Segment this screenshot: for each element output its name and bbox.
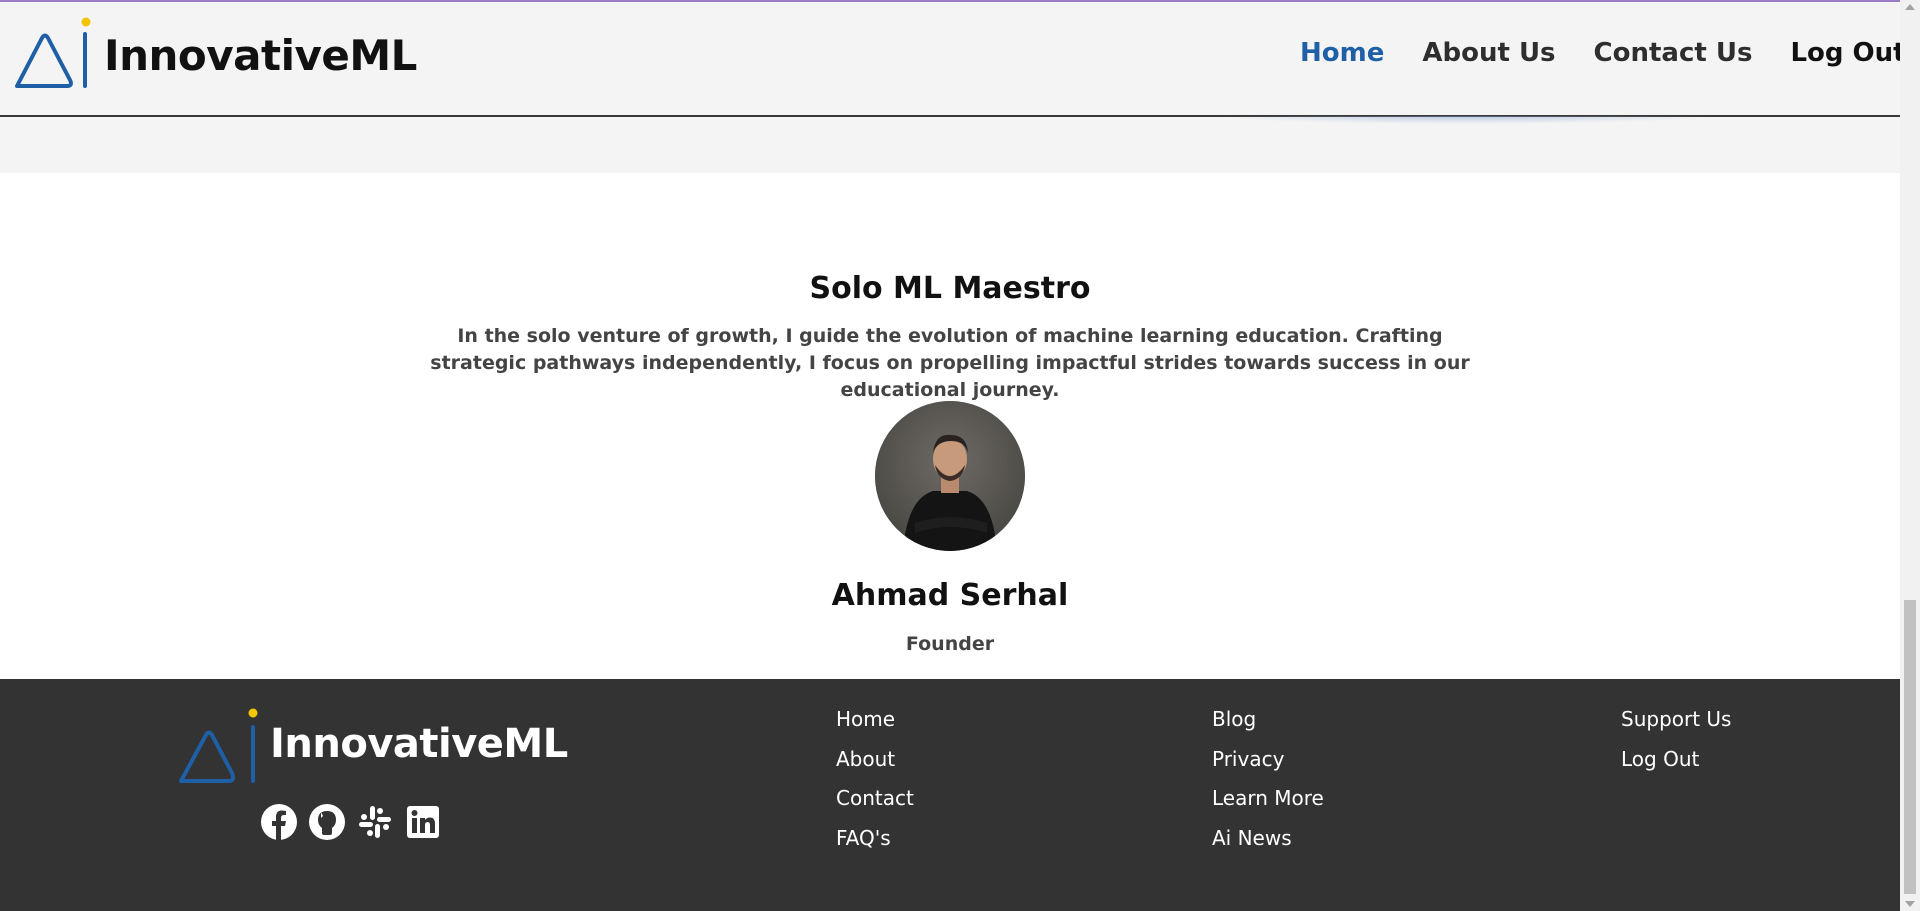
footer-column-3: Support Us Log Out xyxy=(1621,707,1731,786)
footer-link-about[interactable]: About xyxy=(836,747,914,787)
slack-icon[interactable] xyxy=(356,803,394,841)
footer-link-blog[interactable]: Blog xyxy=(1212,707,1324,747)
footer-link-contact[interactable]: Contact xyxy=(836,786,914,826)
facebook-icon[interactable] xyxy=(260,803,298,841)
section-description: In the solo venture of growth, I guide t… xyxy=(430,325,1470,401)
github-icon[interactable] xyxy=(308,803,346,841)
nav-contact-us[interactable]: Contact Us xyxy=(1594,38,1753,68)
scroll-up-arrow-icon[interactable] xyxy=(1905,4,1915,10)
footer-column-2: Blog Privacy Learn More Ai News xyxy=(1212,707,1324,865)
footer-link-home[interactable]: Home xyxy=(836,707,914,747)
ai-logo-icon xyxy=(179,708,258,783)
brand[interactable]: InnovativeML xyxy=(12,16,417,94)
member-name: Ahmad Serhal xyxy=(831,578,1069,613)
footer-link-privacy[interactable]: Privacy xyxy=(1212,747,1324,787)
scroll-thumb[interactable] xyxy=(1904,600,1916,894)
footer-brand[interactable]: InnovativeML xyxy=(178,703,568,785)
site-footer: InnovativeML Home About Contact FAQ's Bl… xyxy=(0,679,1900,911)
footer-brand-name: InnovativeML xyxy=(270,721,568,767)
scroll-down-arrow-icon[interactable] xyxy=(1905,901,1915,907)
team-section: Solo ML Maestro In the solo venture of g… xyxy=(0,173,1900,679)
ai-logo-icon xyxy=(15,17,91,88)
nav-log-out[interactable]: Log Out xyxy=(1790,38,1905,68)
footer-link-faqs[interactable]: FAQ's xyxy=(836,826,914,866)
member-role: Founder xyxy=(905,633,995,655)
main-nav: Home About Us Contact Us Log Out xyxy=(1300,38,1920,68)
footer-link-log-out[interactable]: Log Out xyxy=(1621,747,1731,787)
avatar xyxy=(875,401,1025,551)
founder-photo xyxy=(875,401,1025,551)
footer-link-learn-more[interactable]: Learn More xyxy=(1212,786,1324,826)
header-glow xyxy=(1215,116,1715,124)
nav-about-us[interactable]: About Us xyxy=(1422,38,1555,68)
nav-home[interactable]: Home xyxy=(1300,38,1384,68)
brand-name: InnovativeML xyxy=(104,30,417,80)
social-links xyxy=(260,803,452,841)
footer-link-support-us[interactable]: Support Us xyxy=(1621,707,1731,747)
vertical-scrollbar[interactable] xyxy=(1900,0,1920,911)
site-header: InnovativeML Home About Us Contact Us Lo… xyxy=(0,2,1906,173)
footer-link-ai-news[interactable]: Ai News xyxy=(1212,826,1324,866)
linkedin-icon[interactable] xyxy=(404,803,442,841)
footer-column-1: Home About Contact FAQ's xyxy=(836,707,914,865)
section-title: Solo ML Maestro xyxy=(809,271,1091,306)
